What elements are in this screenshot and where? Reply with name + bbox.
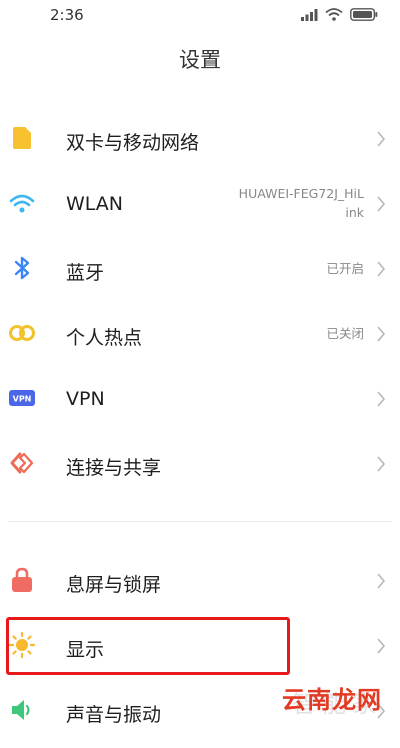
chevron-right-icon <box>377 573 386 589</box>
lock-icon <box>8 566 36 594</box>
chevron-right-icon <box>377 326 386 342</box>
settings-item-vpn[interactable]: VPN VPN <box>0 366 400 431</box>
item-value: 已开启 <box>326 261 364 276</box>
bluetooth-icon <box>8 254 36 282</box>
item-label: WLAN <box>66 193 124 215</box>
settings-item-bluetooth[interactable]: 蓝牙 已开启 <box>0 236 400 301</box>
wifi-icon <box>8 190 36 218</box>
chevron-right-icon <box>377 638 386 654</box>
speaker-icon <box>8 696 36 724</box>
settings-item-dual-sim[interactable]: 双卡与移动网络 <box>0 106 400 171</box>
settings-item-lock-screen[interactable]: 息屏与锁屏 <box>0 548 400 613</box>
wlan-network-name: HUAWEI-FEG72J_HiL ink <box>238 186 364 220</box>
vpn-badge-text: VPN <box>13 395 32 404</box>
battery-icon <box>350 8 378 21</box>
vpn-icon: VPN <box>8 384 36 412</box>
chevron-right-icon <box>377 196 386 212</box>
settings-item-hotspot[interactable]: 个人热点 已关闭 <box>0 301 400 366</box>
item-label: 声音与振动 <box>66 704 162 726</box>
item-label: VPN <box>66 388 105 410</box>
item-label: 个人热点 <box>66 327 143 349</box>
highlight-box <box>6 617 290 675</box>
settings-item-connection-sharing[interactable]: 连接与共享 <box>0 431 400 496</box>
settings-item-wlan[interactable]: WLAN HUAWEI-FEG72J_HiL ink <box>0 171 400 236</box>
watermark: 云南龙网 <box>282 686 382 714</box>
item-label: 蓝牙 <box>66 262 105 284</box>
item-value: 已关闭 <box>326 326 364 341</box>
chevron-right-icon <box>377 261 386 277</box>
sim-card-icon <box>8 124 36 152</box>
status-time: 2:36 <box>50 6 84 24</box>
item-label: 双卡与移动网络 <box>66 132 200 154</box>
chevron-right-icon <box>377 131 386 147</box>
signal-icon <box>301 8 318 21</box>
share-icon <box>8 449 36 477</box>
item-label: 连接与共享 <box>66 457 162 479</box>
chevron-right-icon <box>377 391 386 407</box>
item-label: 息屏与锁屏 <box>66 574 162 596</box>
chevron-right-icon <box>377 456 386 472</box>
status-icons <box>301 8 378 21</box>
status-bar: 2:36 <box>0 0 400 30</box>
section-divider <box>8 521 392 522</box>
wifi-status-icon <box>325 8 343 21</box>
hotspot-icon <box>8 319 36 347</box>
page-title: 设置 <box>179 48 221 72</box>
